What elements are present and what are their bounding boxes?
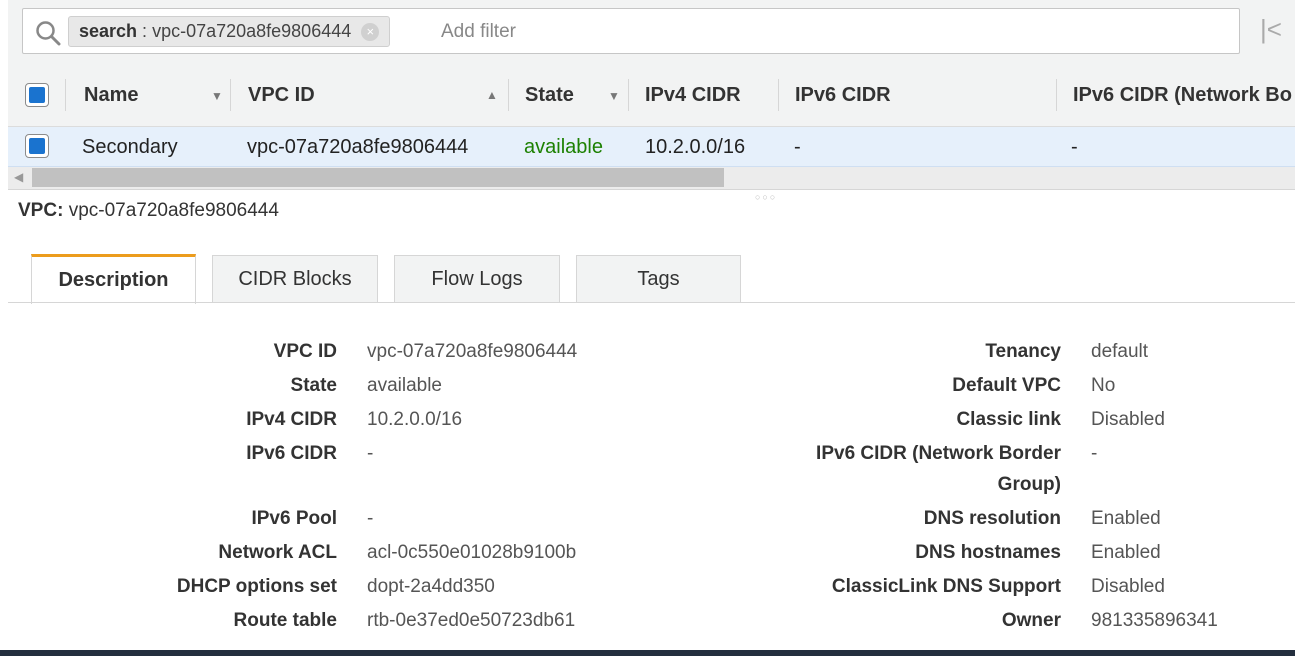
label-owner: Owner bbox=[1001, 610, 1061, 631]
column-header-ipv6-nbg[interactable]: IPv6 CIDR (Network Bo bbox=[1073, 63, 1292, 127]
table-header: Name ▼ VPC ID ▲ State ▼ IPv4 CIDR IPv6 C… bbox=[8, 63, 1295, 127]
detail-title-value: vpc-07a720a8fe9806444 bbox=[68, 200, 279, 221]
filter-token-separator: : bbox=[142, 21, 148, 41]
value-ipv4-cidr: 10.2.0.0/16 bbox=[367, 409, 463, 430]
filter-token-value: vpc-07a720a8fe9806444 bbox=[152, 21, 352, 41]
tab-description[interactable]: Description bbox=[31, 254, 196, 304]
row-checkbox[interactable] bbox=[25, 134, 49, 158]
tabs-divider bbox=[8, 302, 1295, 303]
column-header-state[interactable]: State bbox=[525, 63, 574, 127]
label-ipv4-cidr: IPv4 CIDR bbox=[246, 409, 337, 430]
value-state: available bbox=[367, 375, 442, 396]
remove-filter-icon[interactable]: × bbox=[361, 22, 380, 41]
column-header-ipv6-cidr[interactable]: IPv6 CIDR bbox=[795, 63, 891, 127]
scrollbar-thumb[interactable] bbox=[32, 168, 724, 187]
label-dns-resolution: DNS resolution bbox=[923, 508, 1061, 529]
search-icon bbox=[36, 21, 61, 46]
column-header-vpc-id[interactable]: VPC ID bbox=[248, 63, 315, 127]
cell-vpc-id: vpc-07a720a8fe9806444 bbox=[247, 136, 469, 158]
label-ipv6-nbg: IPv6 CIDR (Network Border bbox=[816, 443, 1061, 464]
label-route-table: Route table bbox=[233, 610, 337, 631]
search-input[interactable]: search : vpc-07a720a8fe9806444 × Add fil… bbox=[22, 8, 1240, 54]
value-ipv6-nbg: - bbox=[1091, 443, 1098, 464]
tab-tags[interactable]: Tags bbox=[576, 255, 741, 303]
vpc-console: search : vpc-07a720a8fe9806444 × Add fil… bbox=[0, 0, 1295, 656]
value-classic-link: Disabled bbox=[1091, 409, 1165, 430]
value-classiclink-dns: Disabled bbox=[1091, 576, 1165, 597]
filter-token-key: search bbox=[79, 21, 138, 41]
value-owner: 981335896341 bbox=[1091, 610, 1218, 631]
cell-state: available bbox=[524, 136, 603, 158]
detail-title-label: VPC: bbox=[18, 200, 64, 221]
value-default-vpc: No bbox=[1091, 375, 1116, 396]
value-dns-resolution: Enabled bbox=[1091, 508, 1161, 529]
horizontal-scrollbar[interactable]: ◀ bbox=[8, 167, 1295, 190]
detail-title: VPC: vpc-07a720a8fe9806444 bbox=[18, 200, 279, 222]
sort-up-icon[interactable]: ▲ bbox=[486, 88, 498, 102]
label-ipv6-cidr: IPv6 CIDR bbox=[246, 443, 337, 464]
value-tenancy: default bbox=[1091, 341, 1149, 362]
cell-name: Secondary bbox=[82, 136, 178, 158]
label-classic-link: Classic link bbox=[956, 409, 1061, 430]
scroll-left-icon[interactable]: ◀ bbox=[14, 170, 23, 184]
cell-ipv6-nbg: - bbox=[1071, 136, 1078, 158]
link-network-acl[interactable]: acl-0c550e01028b9100b bbox=[367, 542, 576, 564]
resize-grip-icon[interactable]: ○○○ bbox=[755, 192, 777, 202]
add-filter-placeholder[interactable]: Add filter bbox=[441, 21, 516, 43]
value-ipv6-pool: - bbox=[367, 508, 374, 529]
label-default-vpc: Default VPC bbox=[952, 375, 1061, 396]
link-route-table[interactable]: rtb-0e37ed0e50723db61 bbox=[367, 610, 575, 632]
value-vpc-id: vpc-07a720a8fe9806444 bbox=[367, 341, 578, 362]
label-ipv6-pool: IPv6 Pool bbox=[251, 508, 337, 529]
sort-down-icon[interactable]: ▼ bbox=[608, 89, 620, 103]
label-state: State bbox=[290, 375, 337, 396]
tab-cidr-blocks[interactable]: CIDR Blocks bbox=[212, 255, 378, 303]
label-dns-hostnames: DNS hostnames bbox=[915, 542, 1061, 563]
bottom-bar bbox=[0, 650, 1295, 656]
sort-down-icon[interactable]: ▼ bbox=[211, 89, 223, 103]
label-network-acl: Network ACL bbox=[218, 542, 337, 563]
label-ipv6-nbg-line2: Group) bbox=[997, 474, 1061, 495]
value-ipv6-cidr: - bbox=[367, 443, 374, 464]
label-tenancy: Tenancy bbox=[985, 341, 1061, 362]
cell-ipv4-cidr: 10.2.0.0/16 bbox=[645, 136, 746, 158]
filter-bar: search : vpc-07a720a8fe9806444 × Add fil… bbox=[8, 0, 1295, 63]
link-dhcp-options[interactable]: dopt-2a4dd350 bbox=[367, 576, 495, 598]
cell-ipv6-cidr: - bbox=[794, 136, 801, 158]
column-header-ipv4-cidr[interactable]: IPv4 CIDR bbox=[645, 63, 741, 127]
value-dns-hostnames: Enabled bbox=[1091, 542, 1161, 563]
first-page-icon[interactable]: |< bbox=[1260, 16, 1282, 42]
table-row[interactable]: Secondary vpc-07a720a8fe9806444 availabl… bbox=[8, 127, 1295, 167]
label-classiclink-dns: ClassicLink DNS Support bbox=[831, 576, 1061, 597]
label-vpc-id: VPC ID bbox=[273, 341, 337, 362]
filter-token[interactable]: search : vpc-07a720a8fe9806444 × bbox=[68, 16, 391, 47]
tab-flow-logs[interactable]: Flow Logs bbox=[394, 255, 560, 303]
column-header-name[interactable]: Name bbox=[84, 63, 138, 127]
select-all-checkbox[interactable] bbox=[25, 83, 49, 107]
label-dhcp-options: DHCP options set bbox=[176, 576, 337, 597]
